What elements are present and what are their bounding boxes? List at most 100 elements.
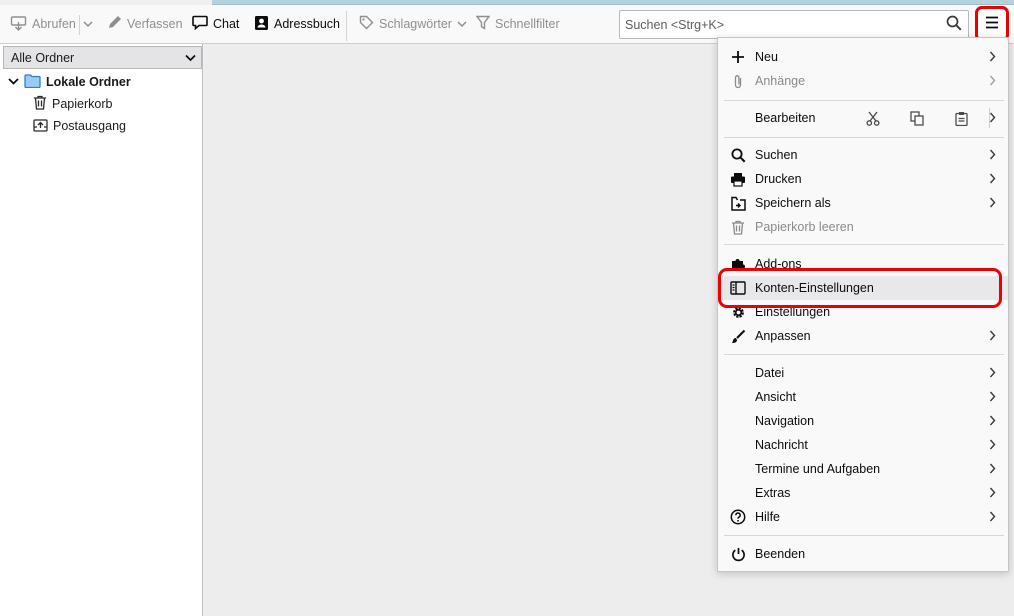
search-input[interactable] [625,17,946,32]
menu-item-message[interactable]: Nachricht [719,433,1008,457]
chevron-right-icon [989,330,996,344]
menu-item-label: Speichern als [755,196,831,210]
power-icon [730,546,746,562]
account-settings-icon [730,280,746,296]
address-book-button[interactable]: Adressbuch [254,11,340,37]
menu-item-save-as[interactable]: Speichern als [719,191,1008,215]
save-file-icon [730,195,746,211]
pencil-icon [107,15,122,33]
search-icon [730,147,746,163]
hamburger-icon [985,16,999,32]
menu-item-label: Extras [755,486,791,500]
menu-item-empty-trash[interactable]: Papierkorb leeren [719,215,1008,239]
chevron-right-icon [989,415,996,429]
trash-icon [33,95,47,113]
chevron-down-icon [457,17,467,31]
menu-item-new[interactable]: Neu [719,45,1008,69]
chevron-right-icon [989,367,996,381]
menu-item-addons[interactable]: Add-ons [719,252,1008,276]
menu-item-view[interactable]: Ansicht [719,385,1008,409]
printer-icon [730,171,746,187]
chevron-right-icon [989,197,996,211]
menu-item-customize[interactable]: Anpassen [719,324,1008,348]
chevron-down-icon [83,17,93,31]
menu-item-settings[interactable]: Einstellungen [719,300,1008,324]
write-button[interactable]: Verfassen [107,11,183,37]
menu-item-edit[interactable]: Bearbeiten [719,106,1008,130]
edit-tools [851,106,990,130]
tag-icon [359,15,374,33]
chat-label: Chat [213,17,240,31]
brush-icon [730,328,746,344]
trash-icon [730,219,746,235]
menu-item-quit[interactable]: Beenden [719,542,1008,566]
chat-button[interactable]: Chat [192,11,239,37]
menu-item-navigation[interactable]: Navigation [719,409,1008,433]
chevron-right-icon [989,487,996,501]
chevron-right-icon [989,391,996,405]
help-icon [730,509,746,525]
menu-item-label: Termine und Aufgaben [755,462,881,476]
menu-item-label: Neu [755,50,778,64]
download-icon [10,15,27,34]
menu-item-find[interactable]: Suchen [719,143,1008,167]
tags-button[interactable]: Schlagwörter [359,11,467,37]
tree-item-local-folders[interactable]: Lokale Ordner [8,71,131,93]
chat-bubble-icon [192,15,208,33]
menu-divider [724,137,1004,138]
search-field[interactable] [619,10,969,39]
tree-item-trash[interactable]: Papierkorb [33,93,112,115]
write-label: Verfassen [127,17,183,31]
menu-item-label: Beenden [755,547,806,561]
folder-view-selector[interactable]: Alle Ordner [3,46,202,69]
chevron-right-icon [989,463,996,477]
get-messages-button[interactable]: Abrufen [10,11,76,37]
paste-icon[interactable] [939,111,983,126]
menu-item-label: Ansicht [755,390,796,404]
menu-divider [724,535,1004,536]
menu-item-help[interactable]: Hilfe [719,505,1008,529]
search-icon [946,15,962,34]
folder-icon [24,73,41,91]
menu-item-label: Add-ons [755,257,802,271]
menu-item-label: Nachricht [755,438,808,452]
cut-icon[interactable] [851,111,895,126]
menu-item-print[interactable]: Drucken [719,167,1008,191]
tree-item-outbox[interactable]: Postausgang [33,115,126,137]
menu-item-events-tasks[interactable]: Termine und Aufgaben [719,457,1008,481]
menu-item-label: Bearbeiten [755,111,816,125]
toolbar-divider [346,11,347,41]
menu-item-label: Datei [755,366,785,380]
menu-divider [724,354,1004,355]
expand-chevron-icon[interactable] [8,75,19,89]
menu-item-label: Anhänge [755,74,806,88]
filter-icon [475,15,491,33]
chevron-right-icon [989,51,996,65]
folder-view-label: Alle Ordner [11,50,75,65]
chevron-right-icon [989,112,996,126]
chevron-right-icon [989,149,996,163]
get-messages-dropdown[interactable] [83,11,93,37]
menu-item-tools[interactable]: Extras [719,481,1008,505]
chevron-right-icon [989,439,996,453]
quick-filter-button[interactable]: Schnellfilter [475,11,560,37]
outbox-icon [33,118,48,135]
app-menu-panel: Neu Anhänge Bearbeiten Suchen Drucken Sp… [717,37,1009,572]
menu-item-file[interactable]: Datei [719,361,1008,385]
menu-divider [724,244,1004,245]
folder-pane: Alle Ordner Lokale Ordner Papierkorb Pos… [0,44,203,616]
paperclip-icon [730,73,746,89]
gear-icon [730,304,746,320]
address-book-label: Adressbuch [274,17,341,31]
chevron-right-icon [989,173,996,187]
folder-label: Postausgang [53,119,126,133]
menu-item-label: Papierkorb leeren [755,220,854,234]
menu-item-label: Anpassen [755,329,811,343]
copy-icon[interactable] [895,110,939,126]
chevron-right-icon [989,75,996,89]
get-messages-label: Abrufen [32,17,76,31]
menu-item-attachments[interactable]: Anhänge [719,69,1008,93]
menu-item-account-settings[interactable]: Konten-Einstellungen [719,276,1008,300]
menu-item-label: Navigation [755,414,815,428]
menu-item-label: Hilfe [755,510,781,524]
